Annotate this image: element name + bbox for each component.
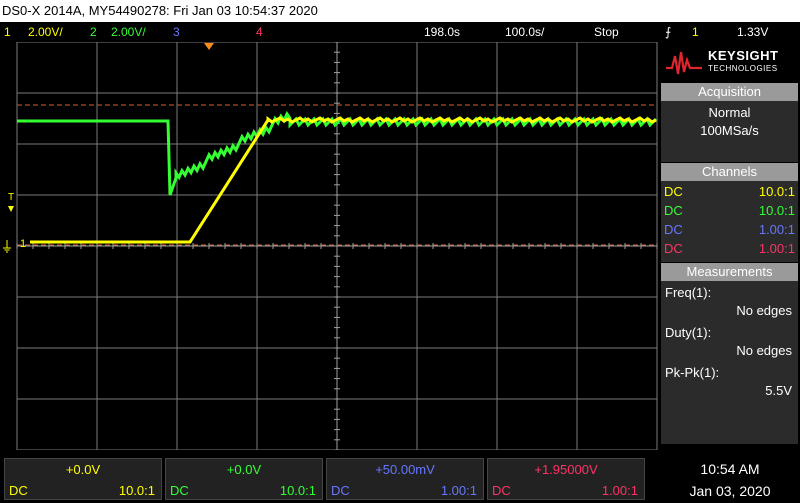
clock-time: 10:54 AM <box>700 461 760 477</box>
trigger-edge-icon: ⨍ <box>665 25 672 39</box>
trigger-level-marker: T <box>8 192 14 203</box>
acquisition-header[interactable]: Acquisition <box>661 83 798 101</box>
brand-name: KEYSIGHT <box>708 48 779 63</box>
time-delay[interactable]: 198.0s <box>424 22 460 42</box>
keysight-logo: KEYSIGHT TECHNOLOGIES <box>662 44 796 82</box>
trigger-source[interactable]: 1 <box>692 22 699 42</box>
title-bar: DS0-X 2014A, MY54490278: Fri Jan 03 10:5… <box>0 0 800 22</box>
ch1-offset-box[interactable]: +0.0V DC 10.0:1 <box>4 458 162 500</box>
ch4-offset-box[interactable]: +1.95000V DC 1.00:1 <box>487 458 645 500</box>
acquisition-mode: Normal <box>708 105 751 120</box>
trigger-level[interactable]: 1.33V <box>737 22 768 42</box>
status-bar: 1 2.00V/ 2 2.00V/ 3 4 198.0s 100.0s/ Sto… <box>0 22 800 42</box>
meas-duty-label: Duty(1): <box>665 325 712 340</box>
ch1-ground-marker: 1 <box>20 238 26 250</box>
channel-row-1[interactable]: DC 10.0:1 <box>661 182 798 201</box>
channel-row-4[interactable]: DC 1.00:1 <box>661 239 798 258</box>
meas-duty-value: No edges <box>736 343 792 358</box>
clock-date: Jan 03, 2020 <box>689 483 771 499</box>
clock: 10:54 AM Jan 03, 2020 <box>660 458 800 502</box>
channel-row-3[interactable]: DC 1.00:1 <box>661 220 798 239</box>
keysight-wave-icon <box>666 51 702 75</box>
ch3-offset-box[interactable]: +50.00mV DC 1.00:1 <box>326 458 484 500</box>
run-state[interactable]: Stop <box>594 22 619 42</box>
channels-header[interactable]: Channels <box>661 163 798 181</box>
acquisition-panel[interactable]: Normal 100MSa/s <box>661 101 798 162</box>
time-scale[interactable]: 100.0s/ <box>505 22 544 42</box>
measurements-header[interactable]: Measurements <box>661 263 798 281</box>
meas-pkpk-label: Pk-Pk(1): <box>665 365 720 380</box>
meas-pkpk-value: 5.5V <box>765 383 792 398</box>
ch2-scale[interactable]: 2.00V/ <box>111 22 146 42</box>
ch3-number[interactable]: 3 <box>173 22 180 42</box>
sample-rate: 100MSa/s <box>700 123 759 138</box>
window-title: DS0-X 2014A, MY54490278: Fri Jan 03 10:5… <box>2 3 318 18</box>
channel-row-2[interactable]: DC 10.0:1 <box>661 201 798 220</box>
measurements-panel[interactable]: Freq(1): No edges Duty(1): No edges Pk-P… <box>661 281 798 444</box>
ch4-number[interactable]: 4 <box>256 22 263 42</box>
meas-freq-value: No edges <box>736 303 792 318</box>
waveform-display[interactable]: T 1 <box>0 42 660 450</box>
brand-sub: TECHNOLOGIES <box>708 64 778 73</box>
ch2-offset-box[interactable]: +0.0V DC 10.0:1 <box>165 458 323 500</box>
ch1-number[interactable]: 1 <box>4 22 11 42</box>
ch1-scale[interactable]: 2.00V/ <box>28 22 63 42</box>
channels-panel[interactable]: DC 10.0:1 DC 10.0:1 DC 1.00:1 DC 1.00:1 <box>661 181 798 262</box>
meas-freq-label: Freq(1): <box>665 285 712 300</box>
ch2-number[interactable]: 2 <box>90 22 97 42</box>
